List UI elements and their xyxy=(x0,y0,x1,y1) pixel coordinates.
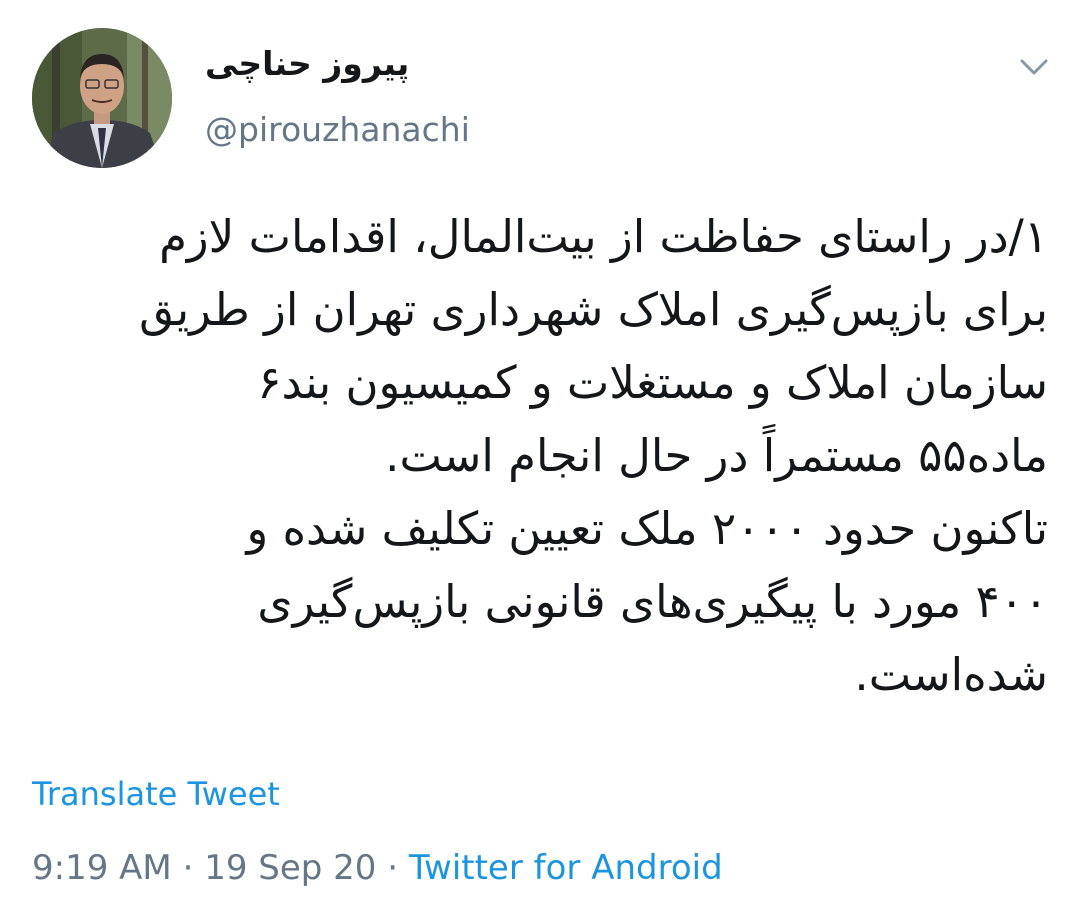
tweet-text-line: برای بازپس‌گیری املاک شهرداری تهران از ط… xyxy=(139,283,1048,336)
tweet-text: ۱/در راستای حفاظت از بیت‌المال، اقدامات … xyxy=(30,200,1048,711)
tweet-date[interactable]: 19 Sep 20 xyxy=(204,848,376,888)
chevron-down-icon[interactable] xyxy=(1014,52,1054,82)
tweet-text-line: تاکنون حدود ۲۰۰۰ ملک تعیین تکلیف شده و xyxy=(246,502,1048,555)
tweet-time[interactable]: 9:19 AM xyxy=(32,848,172,888)
tweet-text-line: ۱/در راستای حفاظت از بیت‌المال، اقدامات … xyxy=(159,210,1048,263)
tweet-meta: 9:19 AM · 19 Sep 20 · Twitter for Androi… xyxy=(32,848,723,889)
translate-tweet-link[interactable]: Translate Tweet xyxy=(32,775,280,813)
avatar-image xyxy=(32,28,172,168)
meta-separator: · xyxy=(387,848,399,888)
tweet-header: پیروز حناچی @pirouzhanachi xyxy=(0,0,1076,190)
avatar[interactable] xyxy=(32,28,172,168)
display-name[interactable]: پیروز حناچی xyxy=(205,44,409,84)
tweet-text-line: شده‌است. xyxy=(854,648,1048,701)
tweet-text-line: سازمان املاک و مستغلات و کمیسیون بند۶ xyxy=(257,356,1048,409)
meta-separator: · xyxy=(182,848,194,888)
handle[interactable]: @pirouzhanachi xyxy=(205,110,470,150)
tweet-text-line: ۴۰۰ مورد با پیگیری‌های قانونی بازپس‌گیری xyxy=(257,575,1048,628)
tweet-text-line: ماده۵۵ مستمراً در حال انجام است. xyxy=(385,429,1048,482)
tweet-source-link[interactable]: Twitter for Android xyxy=(409,848,723,888)
